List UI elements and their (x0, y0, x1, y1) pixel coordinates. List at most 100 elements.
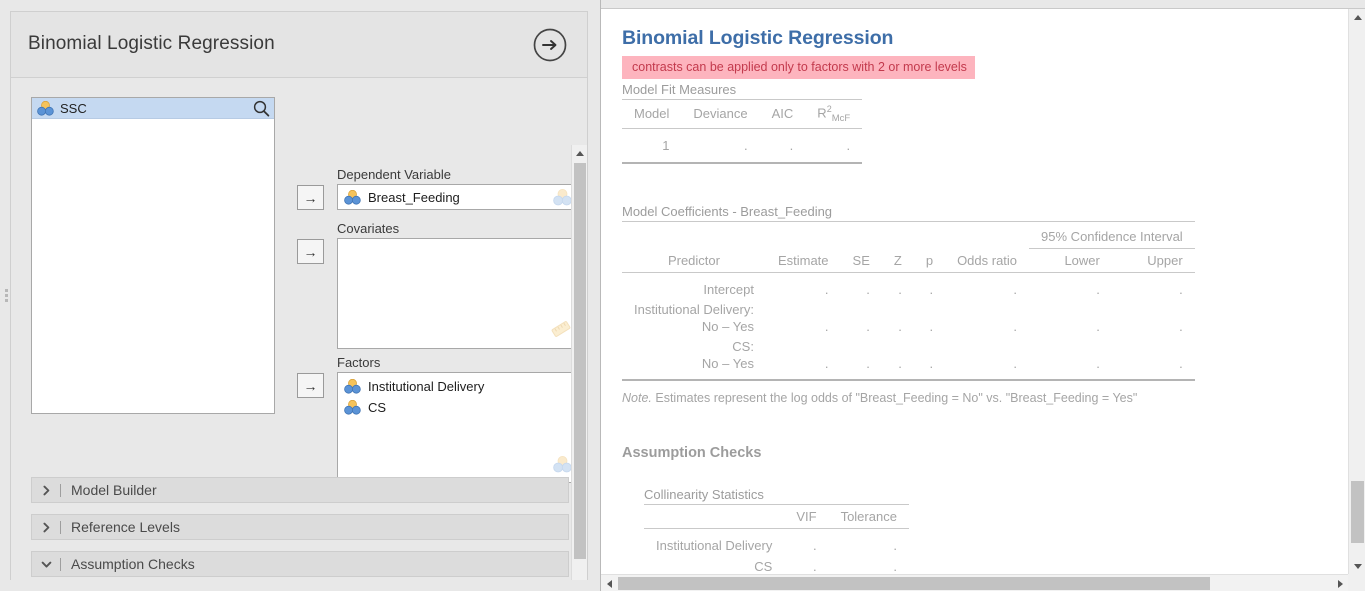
options-container: Binomial Logistic Regression SSC → → → D… (10, 11, 588, 580)
predictor-cell: No – Yes (701, 318, 754, 334)
jamovi-analysis-window: Binomial Logistic Regression SSC → → → D… (0, 0, 1365, 591)
column-header (644, 503, 785, 529)
model-fit-caption: Model Fit Measures (622, 82, 737, 97)
assign-covariates-button[interactable]: → (297, 239, 324, 264)
options-panel: Binomial Logistic Regression SSC → → → D… (0, 0, 600, 591)
divider (60, 520, 61, 534)
table-span-row: 95% Confidence Interval (622, 220, 1195, 249)
scrollbar-thumb[interactable] (1351, 481, 1364, 543)
table-header-row: Predictor Estimate SE Z p Odds ratio Low… (622, 248, 1195, 273)
options-header: Binomial Logistic Regression (11, 12, 587, 78)
table-cell: . (759, 128, 806, 164)
scroll-up-button[interactable] (1349, 9, 1365, 25)
options-scrollbar[interactable] (571, 145, 587, 580)
results-top-edge (601, 0, 1365, 9)
left-panel-grip[interactable] (3, 0, 9, 591)
column-header: AIC (759, 99, 806, 129)
table-row: No – Yes . . . . . . . (622, 318, 1195, 338)
variables-supplier-list[interactable]: SSC (31, 97, 275, 414)
nominal-icon (344, 399, 361, 415)
results-horizontal-scrollbar[interactable] (601, 574, 1365, 591)
table-cell: . (893, 558, 897, 574)
table-cell: . (1013, 281, 1018, 297)
list-item[interactable]: Institutional Delivery (338, 376, 578, 397)
table-cell: . (824, 318, 829, 334)
scroll-up-button[interactable] (572, 145, 587, 161)
dependent-variable-box[interactable]: Breast_Feeding (337, 184, 579, 210)
table-header-row: Model Deviance AIC R2McF (622, 99, 863, 129)
table-cell: . (1111, 354, 1195, 381)
table-note: Note. Estimates represent the log odds o… (622, 391, 1348, 405)
column-header: SE (840, 248, 882, 273)
section-model-builder[interactable]: Model Builder (31, 477, 569, 503)
table-row: CS: (622, 338, 1195, 355)
divider (60, 557, 61, 571)
scroll-down-button[interactable] (1349, 558, 1365, 574)
collinearity-caption: Collinearity Statistics (644, 486, 764, 502)
column-header: Estimate (765, 248, 841, 273)
table-row: CS . . (644, 557, 909, 574)
list-item[interactable]: Breast_Feeding (338, 185, 578, 209)
table-cell: . (1029, 354, 1112, 381)
results-content[interactable]: Binomial Logistic Regression contrasts c… (601, 9, 1348, 574)
results-vertical-scrollbar[interactable] (1348, 9, 1365, 574)
nominal-icon (37, 100, 54, 116)
table-cell: . (1096, 281, 1100, 297)
column-header: Lower (1029, 248, 1112, 273)
coefficients-caption: Model Coefficients - Breast_Feeding (622, 203, 833, 219)
factors-box[interactable]: Institutional Delivery CS (337, 372, 579, 483)
table-cell: . (812, 537, 817, 553)
results-title: Binomial Logistic Regression (622, 27, 894, 49)
scroll-right-button[interactable] (1332, 575, 1348, 591)
column-group-header: 95% Confidence Interval (1029, 220, 1195, 249)
list-item[interactable]: CS (338, 397, 578, 418)
scrollbar-thumb[interactable] (618, 577, 1210, 590)
column-header: Tolerance (828, 503, 909, 529)
table-cell: . (1179, 281, 1183, 297)
assign-dependent-button[interactable]: → (297, 185, 324, 210)
table-cell: . (913, 354, 946, 381)
scrollbar-thumb[interactable] (574, 163, 586, 559)
column-header: Model (622, 99, 682, 129)
assumption-checks-heading: Assumption Checks (622, 444, 762, 461)
table-header-row: VIF Tolerance (644, 503, 909, 529)
collinearity-table: VIF Tolerance Institutional Delivery . .… (644, 503, 909, 574)
column-header: Odds ratio (945, 248, 1030, 273)
nominal-icon (344, 378, 361, 394)
scroll-left-button[interactable] (601, 575, 617, 591)
table-cell: 1 (622, 128, 682, 164)
section-assumption-checks[interactable]: Assumption Checks (31, 551, 569, 577)
table-cell: . (898, 318, 902, 334)
table-cell: . (881, 354, 914, 381)
table-row: Institutional Delivery . . (644, 528, 909, 557)
covariates-box[interactable] (337, 238, 579, 349)
table-cell: . (929, 318, 934, 334)
table-cell: . (812, 558, 817, 574)
hide-options-button[interactable] (531, 26, 569, 64)
chevron-right-icon (32, 485, 60, 496)
column-header: Upper (1111, 248, 1195, 273)
variable-label: Institutional Delivery (368, 379, 485, 394)
predictor-cell: Intercept (703, 281, 754, 297)
search-icon[interactable] (252, 99, 271, 118)
table-cell: . (945, 354, 1030, 381)
table-cell: . (898, 281, 902, 297)
note-text: Estimates represent the log odds of "Bre… (651, 390, 1138, 405)
divider (60, 483, 61, 497)
assign-factors-button[interactable]: → (297, 373, 324, 398)
variable-label: SSC (60, 100, 87, 116)
table-cell: . (929, 281, 934, 297)
list-item[interactable]: SSC (32, 98, 274, 119)
column-header: VIF (784, 503, 829, 529)
predictor-cell: CS: (732, 338, 754, 354)
table-cell: . (824, 281, 829, 297)
table-cell: . (1013, 318, 1018, 334)
section-reference-levels[interactable]: Reference Levels (31, 514, 569, 540)
nominal-icon (553, 189, 572, 209)
table-cell: Institutional Delivery (656, 537, 773, 553)
column-header: p (913, 248, 946, 273)
variable-label: Breast_Feeding (368, 189, 460, 205)
predictor-cell: Institutional Delivery: (634, 301, 754, 317)
column-header: R2McF (805, 99, 863, 129)
nominal-icon (553, 456, 572, 478)
